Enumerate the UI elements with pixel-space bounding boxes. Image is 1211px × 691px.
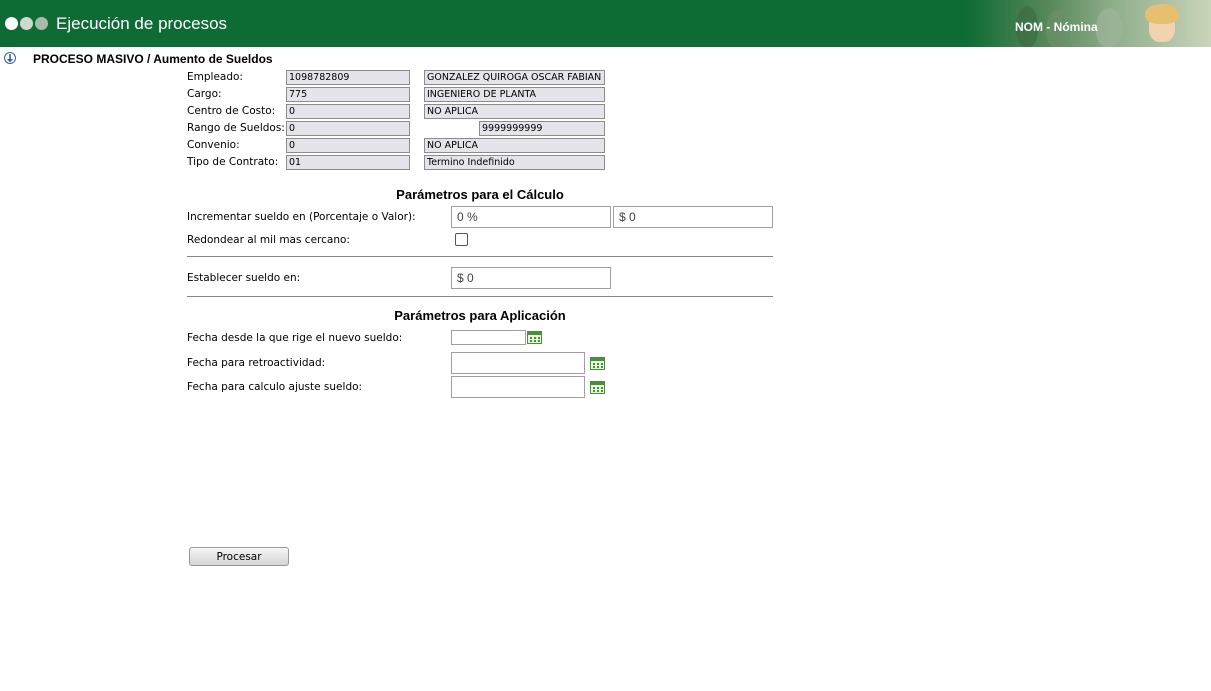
increment-value-input[interactable] [613,206,773,228]
person-figure [1096,8,1122,47]
cargo-code-field: 775 [286,87,410,102]
fecha-retro-input[interactable] [451,352,585,374]
empleado-code-field: 1098782809 [286,70,410,85]
round-label: Redondear al mil mas cercano: [187,234,350,246]
round-checkbox[interactable] [455,233,468,246]
window-dots [5,17,50,33]
divider [187,296,773,297]
apply-params-title: Parámetros para Aplicación [394,308,566,323]
tipo-contrato-desc-field: Termino Indefinido [424,155,605,170]
rango-sueldos-from-field: 0 [286,121,410,136]
set-salary-input[interactable] [451,267,611,289]
rango-sueldos-label: Rango de Sueldos: [187,122,285,134]
convenio-desc-field: NO APLICA [424,138,605,153]
calendar-icon[interactable] [590,381,605,394]
fecha-rige-input[interactable] [451,330,526,345]
dot-1 [5,17,18,30]
empleado-label: Empleado: [187,71,243,83]
person-hair [1145,4,1179,24]
procesar-button[interactable]: Procesar [189,547,289,566]
cargo-label: Cargo: [187,88,222,100]
fecha-rige-label: Fecha desde la que rige el nuevo sueldo: [187,332,403,344]
dot-2 [20,17,33,30]
centro-costo-code-field: 0 [286,104,410,119]
page-title: PROCESO MASIVO / Aumento de Sueldos [33,52,273,66]
centro-costo-desc-field: NO APLICA [424,104,605,119]
tipo-contrato-label: Tipo de Contrato: [187,156,279,168]
empleado-name-field: GONZALEZ QUIROGA OSCAR FABIAN [424,70,605,85]
convenio-label: Convenio: [187,139,240,151]
calendar-icon[interactable] [527,331,542,344]
dot-3 [35,17,48,30]
centro-costo-label: Centro de Costo: [187,105,276,117]
fecha-ajuste-label: Fecha para calculo ajuste sueldo: [187,381,363,393]
convenio-code-field: 0 [286,138,410,153]
app-title: Ejecución de procesos [56,14,228,33]
tipo-contrato-code-field: 01 [286,155,410,170]
increment-percent-input[interactable] [451,206,611,228]
fecha-retro-label: Fecha para retroactividad: [187,357,326,369]
fecha-ajuste-input[interactable] [451,376,585,398]
set-salary-label: Establecer sueldo en: [187,272,301,284]
rango-sueldos-to-field: 9999999999 [479,121,605,136]
cargo-desc-field: INGENIERO DE PLANTA [424,87,605,102]
divider [187,256,773,257]
header-bar: Ejecución de procesos NOM - Nómina [0,0,1211,47]
module-label: NOM - Nómina [1015,20,1098,34]
calc-params-title: Parámetros para el Cálculo [396,187,564,202]
info-icon[interactable] [4,52,16,64]
calendar-icon[interactable] [590,357,605,370]
increment-label: Incrementar sueldo en (Porcentaje o Valo… [187,211,416,223]
